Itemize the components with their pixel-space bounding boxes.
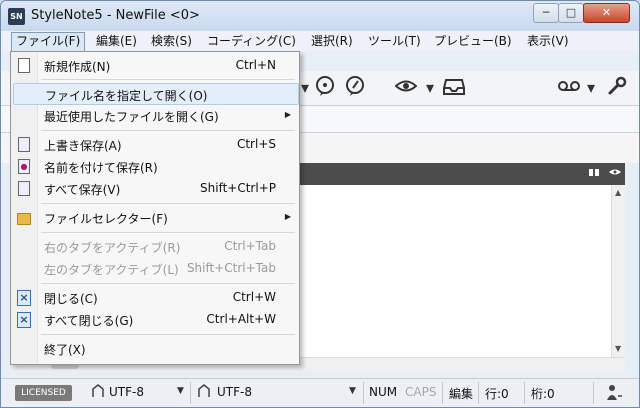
inbox-icon[interactable] [443,76,465,100]
encoding-2-dropdown-icon[interactable]: ▼ [349,386,356,396]
encoding-1-dropdown-icon[interactable]: ▼ [177,386,184,396]
record-macro-icon[interactable] [557,76,581,100]
menu-item-new[interactable]: 新規作成(N) Ctrl+N [13,55,297,77]
vertical-scrollbar[interactable]: ▲ ▼ [611,185,626,357]
menu-separator [41,232,295,233]
menu-separator [41,283,295,284]
menu-item-save[interactable]: 上書き保存(A) Ctrl+S [13,134,297,156]
window-title: StyleNote5 - NewFile <0> [31,8,200,23]
encoding-2[interactable]: UTF-8 [217,385,252,399]
menu-separator [41,203,295,204]
maximize-button[interactable]: □ [558,3,584,23]
keyboard-icon[interactable] [603,382,623,405]
caps-lock-indicator: CAPS [405,385,437,399]
menu-item-save-as[interactable]: ● 名前を付けて保存(R) [13,156,297,178]
column-number: 桁:0 [531,387,555,401]
preview-dropdown-icon[interactable]: ▾ [426,78,434,97]
comment-edit-icon[interactable] [345,76,365,100]
file-menu-dropdown: 新規作成(N) Ctrl+N ファイル名を指定して開く(O) 最近使用したファイ… [10,51,300,365]
new-file-icon [18,58,30,73]
close-window-button[interactable]: ✕ [583,3,630,23]
menu-item-close-all[interactable]: × すべて閉じる(G) Ctrl+Alt+W [13,309,297,331]
eye-icon[interactable] [609,167,621,180]
menu-file[interactable]: ファイル(F) [11,32,86,52]
submenu-arrow-icon: ▶ [284,110,291,119]
encoding-icon [91,383,105,402]
menu-bar: ファイル(F) 編集(E) 検索(S) コーディング(C) 選択(R) ツール(… [1,31,639,52]
line-number: 行:0 [485,387,509,401]
status-separator [524,382,525,404]
menu-tools[interactable]: ツール(T) [364,32,425,50]
menu-item-exit[interactable]: 終了(X) [13,338,297,360]
menu-search[interactable]: 検索(S) [147,32,196,50]
menu-coding[interactable]: コーディング(C) [203,32,300,50]
app-window: SN StyleNote5 - NewFile <0> ─ □ ✕ ファイル(F… [0,0,640,408]
preview-eye-icon[interactable] [394,76,418,100]
comment-icon[interactable] [315,76,335,100]
menu-item-left-tab[interactable]: 左のタブをアクティブ(L) Shift+Ctrl+Tab [13,258,297,280]
scroll-up-icon[interactable]: ▲ [615,188,621,197]
menu-separator [41,334,295,335]
dropdown-arrow-icon[interactable]: ▾ [301,78,309,97]
status-bar: LICENSED UTF-8 ▼ UTF-8 ▼ NUM CAPS 編集 行:0… [1,378,639,407]
status-separator [190,382,191,404]
scroll-down-icon[interactable]: ▼ [615,344,621,353]
menu-item-close[interactable]: × 閉じる(C) Ctrl+W [13,287,297,309]
status-separator [593,382,594,404]
title-bar: SN StyleNote5 - NewFile <0> ─ □ ✕ [1,1,639,31]
encoding-1[interactable]: UTF-8 [109,385,144,399]
menu-select[interactable]: 選択(R) [307,32,357,50]
menu-preview[interactable]: プレビュー(B) [430,32,516,50]
menu-item-open-named[interactable]: ファイル名を指定して開く(O) [13,83,299,105]
app-logo-icon: SN [8,8,25,25]
encoding-2-icon [197,383,211,402]
status-separator [442,382,443,404]
menu-item-recent[interactable]: 最近使用したファイルを開く(G) ▶ [13,105,297,127]
save-icon [18,137,30,152]
license-badge: LICENSED [15,385,72,401]
status-separator [478,382,479,404]
menu-edit[interactable]: 編集(E) [92,32,141,50]
menu-item-file-selector[interactable]: ファイルセレクター(F) ▶ [13,207,297,229]
submenu-arrow-icon: ▶ [284,212,291,221]
menu-separator [41,130,295,131]
menu-view[interactable]: 表示(V) [523,32,573,50]
edit-mode-indicator: 編集 [449,387,474,401]
num-lock-indicator: NUM [369,385,398,399]
menu-separator [41,79,295,80]
wrench-icon[interactable] [607,76,627,100]
status-separator [363,382,364,404]
close-all-icon: × [17,312,31,328]
macro-dropdown-icon[interactable]: ▾ [587,78,595,97]
book-icon[interactable] [589,167,599,180]
minimize-button[interactable]: ─ [533,3,559,23]
folder-icon [17,213,31,225]
menu-item-save-all[interactable]: すべて保存(V) Shift+Ctrl+P [13,178,297,200]
save-all-icon [18,181,30,196]
close-file-icon: × [17,290,31,306]
save-as-icon: ● [18,159,30,174]
menu-item-right-tab[interactable]: 右のタブをアクティブ(R) Ctrl+Tab [13,236,297,258]
